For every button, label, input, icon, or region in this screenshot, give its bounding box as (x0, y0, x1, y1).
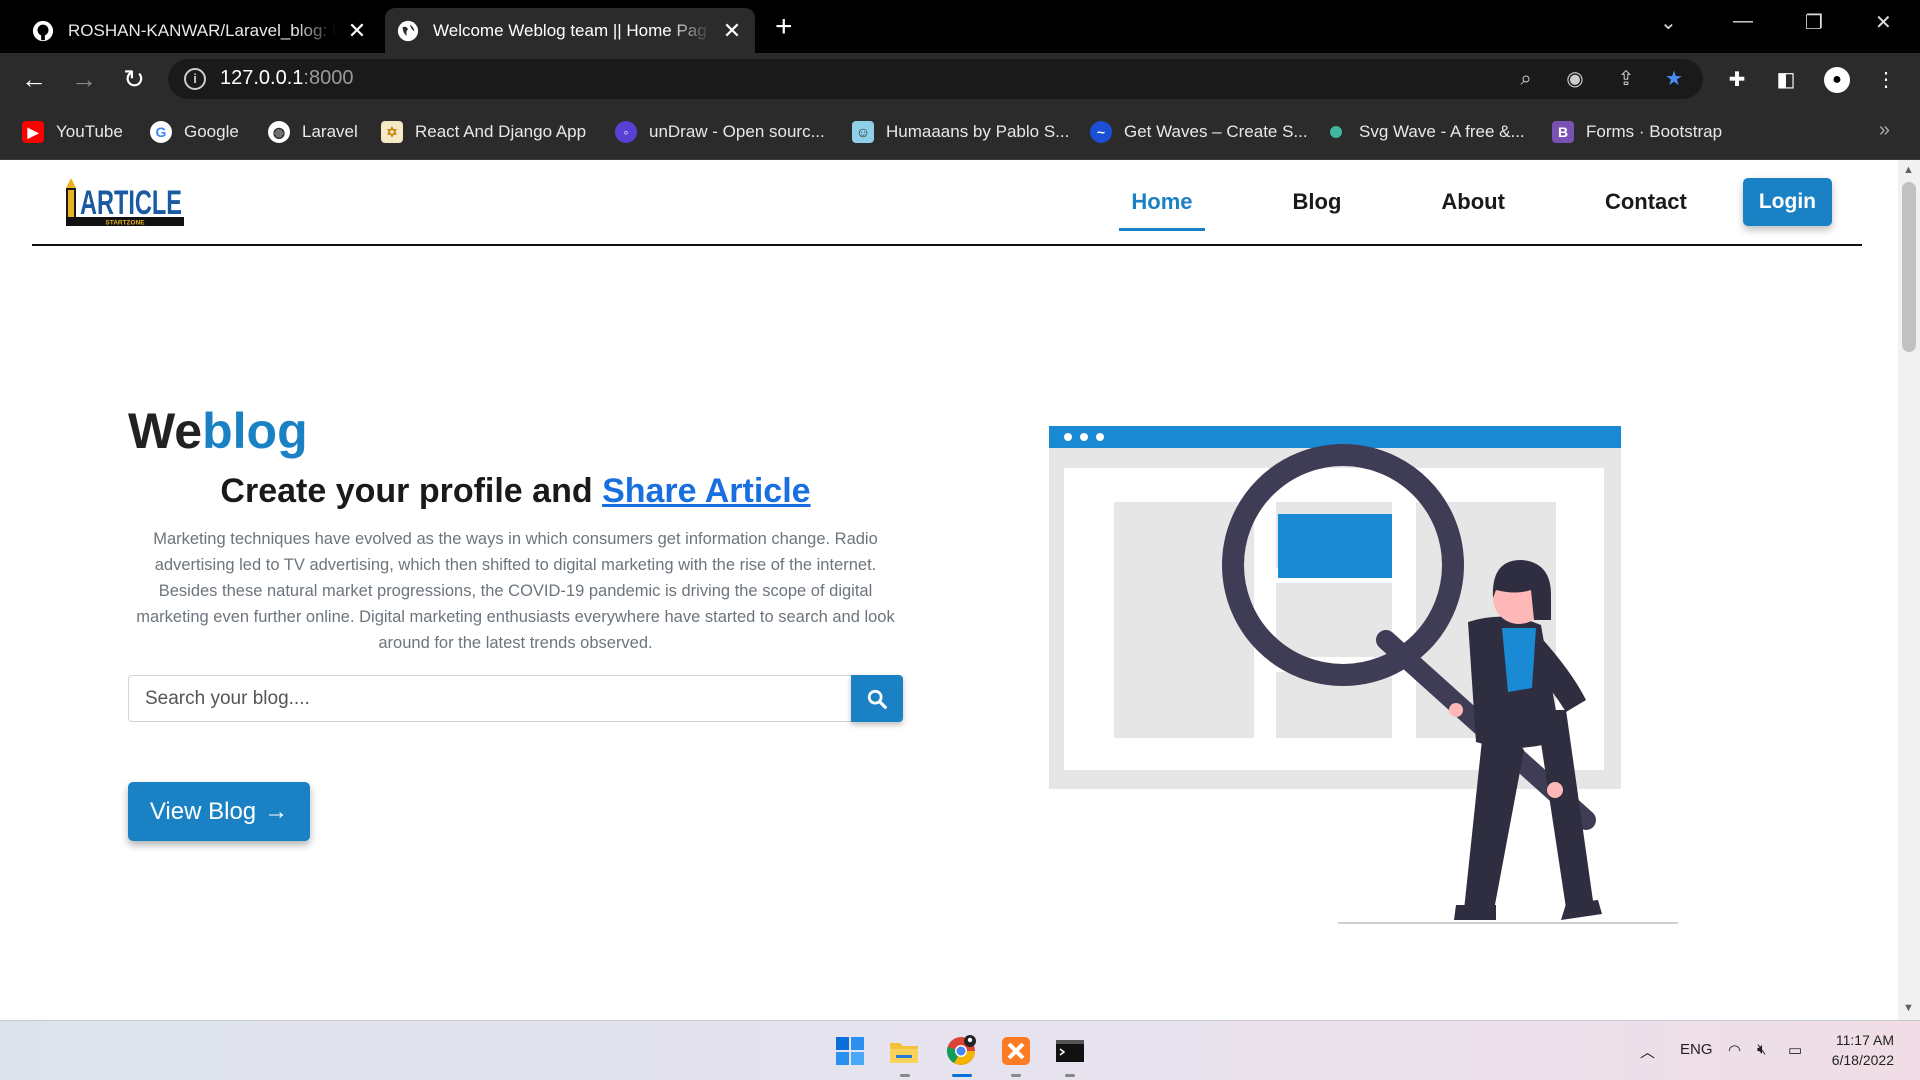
nav-links: Home Blog About Contact Login (1043, 178, 1832, 231)
hero-subtitle: Create your profile and Share Article (220, 472, 811, 510)
hero-description: Marketing techniques have evolved as the… (136, 530, 895, 652)
bookmark-undraw[interactable]: ◦ unDraw - Open sourc... (615, 120, 825, 144)
browser-tab-bar: ROSHAN-KANWAR/Laravel_blog: Bl ✕ Welcome… (0, 0, 1920, 53)
chrome-icon[interactable] (945, 1035, 977, 1067)
humaaans-icon: ☺ (852, 121, 874, 143)
bookmark-laravel[interactable]: ◍ Laravel (268, 120, 358, 144)
volume-muted-icon[interactable]: 🔇︎ (1757, 1041, 1766, 1058)
tab-github[interactable]: ROSHAN-KANWAR/Laravel_blog: Bl ✕ (20, 8, 380, 53)
address-bar[interactable]: i 127.0.0.1:8000 ⌕ ◉ ⇪ ★ (168, 59, 1703, 99)
new-tab-icon[interactable]: + (775, 12, 793, 42)
windows-taskbar: ︿ ENG ◠ 🔇︎ ▭ 11:17 AM 6/18/2022 (0, 1020, 1920, 1080)
taskbar-indicator (900, 1074, 910, 1077)
youtube-icon: ▶ (22, 121, 44, 143)
eye-icon[interactable]: ◉ (1563, 67, 1587, 91)
svg-text:ARTICLE: ARTICLE (80, 184, 182, 222)
profile-icon[interactable]: ● (1824, 67, 1850, 93)
extensions-icon[interactable]: ✚ (1724, 67, 1750, 93)
reload-icon[interactable]: ↻ (120, 65, 148, 93)
scroll-down-icon[interactable]: ▼ (1903, 1002, 1914, 1014)
blog-search (128, 675, 903, 722)
file-explorer-icon[interactable] (888, 1035, 920, 1067)
tab-weblog[interactable]: Welcome Weblog team || Home Pag ✕ (385, 8, 755, 53)
bookmark-getwaves[interactable]: ~ Get Waves – Create S... (1090, 120, 1308, 144)
article-logo[interactable]: ARTICLE STARTZONE (62, 174, 186, 228)
forward-arrow-icon[interactable]: → (70, 65, 98, 93)
system-clock[interactable]: 11:17 AM 6/18/2022 (1832, 1030, 1894, 1070)
menu-icon[interactable]: ⋮ (1873, 67, 1899, 93)
bookmark-youtube[interactable]: ▶ YouTube (22, 120, 123, 144)
bookmark-google[interactable]: G Google (150, 120, 239, 144)
react-django-icon: ✡ (381, 121, 403, 143)
search-icon (867, 689, 887, 709)
view-blog-button[interactable]: View Blog → (128, 782, 310, 841)
taskbar-active-indicator (952, 1074, 972, 1077)
restore-icon[interactable]: ❐ (1805, 10, 1823, 35)
language-indicator[interactable]: ENG (1680, 1041, 1713, 1058)
bookmark-bootstrap[interactable]: B Forms · Bootstrap (1552, 120, 1722, 144)
tab-title: Welcome Weblog team || Home Pag (433, 20, 707, 40)
bookmark-star-icon[interactable]: ★ (1662, 67, 1686, 91)
scrollbar-thumb[interactable] (1902, 182, 1916, 352)
bookmark-react-django[interactable]: ✡ React And Django App (381, 120, 586, 144)
getwaves-icon: ~ (1090, 121, 1112, 143)
side-panel-icon[interactable]: ◧ (1773, 67, 1799, 93)
bookmarks-bar: ▶ YouTube G Google ◍ Laravel ✡ React And Dja… (0, 105, 1920, 160)
wifi-icon[interactable]: ◠ (1728, 1041, 1741, 1059)
google-icon: G (150, 121, 172, 143)
terminal-icon[interactable] (1054, 1035, 1086, 1067)
browser-toolbar: ← → ↻ i 127.0.0.1:8000 ⌕ ◉ ⇪ ★ ✚ ◧ ● ⋮ (0, 53, 1920, 105)
taskbar-indicator (1065, 1074, 1075, 1077)
nav-about[interactable]: About (1429, 181, 1517, 223)
site-navbar: ARTICLE STARTZONE Home Blog About Contac… (32, 160, 1862, 246)
url-text[interactable]: 127.0.0.1:8000 (220, 67, 353, 90)
svgwave-icon (1325, 121, 1347, 143)
globe-icon (397, 20, 419, 41)
close-icon[interactable]: ✕ (346, 19, 368, 42)
page-viewport: ARTICLE STARTZONE Home Blog About Contac… (0, 160, 1898, 1020)
bootstrap-icon: B (1552, 121, 1574, 143)
back-arrow-icon[interactable]: ← (20, 65, 48, 93)
search-button[interactable] (851, 675, 903, 722)
share-article-link[interactable]: Share Article (602, 472, 811, 510)
bookmark-humaaans[interactable]: ☺ Humaaans by Pablo S... (852, 120, 1069, 144)
windows-start-icon[interactable] (834, 1035, 866, 1067)
share-icon[interactable]: ⇪ (1614, 67, 1638, 91)
bookmark-svgwave[interactable]: Svg Wave - A free &... (1325, 120, 1525, 144)
minimize-icon[interactable]: — (1733, 10, 1753, 33)
search-input[interactable] (128, 675, 852, 722)
window-close-icon[interactable]: ✕ (1875, 10, 1892, 35)
globe-icon: ◍ (268, 121, 290, 143)
zoom-icon[interactable]: ⌕ (1514, 67, 1538, 91)
undraw-icon: ◦ (615, 121, 637, 143)
svg-text:STARTZONE: STARTZONE (105, 220, 145, 227)
hero-title: Weblog (128, 403, 308, 459)
search-illustration (1049, 426, 1678, 924)
battery-icon[interactable]: ▭ (1788, 1041, 1802, 1059)
arrow-right-icon: → (264, 797, 289, 825)
nav-home[interactable]: Home (1119, 181, 1205, 231)
tab-title: ROSHAN-KANWAR/Laravel_blog: Bl (68, 20, 336, 40)
scroll-up-icon[interactable]: ▲ (1903, 164, 1914, 176)
login-button[interactable]: Login (1742, 178, 1832, 226)
close-icon[interactable]: ✕ (721, 19, 743, 42)
xampp-icon[interactable] (1000, 1035, 1032, 1067)
bookmarks-overflow-icon[interactable]: » (1879, 119, 1890, 142)
tab-search-icon[interactable]: ⌄ (1660, 10, 1677, 35)
nav-contact[interactable]: Contact (1593, 181, 1699, 223)
taskbar-indicator (1011, 1074, 1021, 1077)
nav-blog[interactable]: Blog (1281, 181, 1354, 223)
page-scrollbar[interactable]: ▲ ▼ (1898, 160, 1920, 1020)
site-info-icon[interactable]: i (184, 68, 206, 90)
chevron-up-icon[interactable]: ︿ (1640, 1041, 1655, 1062)
github-icon (32, 20, 54, 41)
